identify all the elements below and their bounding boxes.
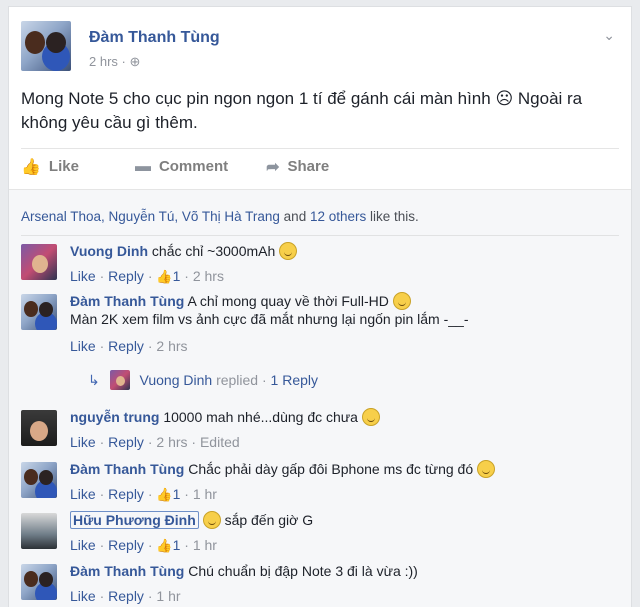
grin-emoji-icon [279,242,298,260]
post-header: Đàm Thanh Tùng 2 hrs · ⊕ ⌄ [21,21,619,71]
commenter-avatar[interactable] [21,513,57,549]
like-count-icon: 👍 [156,538,173,553]
comment-time[interactable]: 1 hr [193,486,217,502]
comment-text: 10000 mah nhé...dùng đc chưa [163,409,358,425]
comment-reply-link[interactable]: Reply [108,268,144,284]
commenter-name[interactable]: nguyễn trung [70,409,159,425]
grin-emoji-icon [392,292,411,310]
comment-text: chắc chỉ ~3000mAh [151,243,276,259]
comment-reply-link[interactable]: Reply [108,338,144,354]
comment-text: Chắc phải dày gấp đôi Bphone ms đc từng … [188,461,474,477]
reply-arrow-icon: ↳ [88,372,100,388]
like-count-icon: 👍 [156,269,173,284]
comment-like-link[interactable]: Like [70,434,96,450]
comment-like-link[interactable]: Like [70,588,96,604]
comment-like-link[interactable]: Like [70,338,96,354]
thumbs-up-icon: 👍 [21,158,41,176]
likers-others-link[interactable]: 12 others [310,209,366,224]
likers-names[interactable]: Arsenal Thoa, Nguyễn Tú, Võ Thị Hà Trang [21,209,280,224]
share-icon: ➦ [266,158,280,176]
comment-reply-link[interactable]: Reply [108,537,144,553]
comment-icon: ▬ [134,157,151,175]
commenter-avatar[interactable] [21,462,57,498]
comment-time[interactable]: 2 hrs [156,338,187,354]
post-time[interactable]: 2 hrs [89,54,118,69]
grin-emoji-icon [202,511,221,529]
post-author-name[interactable]: Đàm Thanh Tùng [89,29,220,47]
comment-text-line2: Màn 2K xem film vs ảnh cực đã mắt nhưng … [70,311,469,327]
commenter-name[interactable]: Vuong Dinh [70,243,148,259]
comment-like-link[interactable]: Like [70,486,96,502]
chevron-down-icon[interactable]: ⌄ [603,27,615,44]
comment-time[interactable]: 2 hrs [156,434,187,450]
divider [21,235,619,236]
comment-actions: Like · Reply · 1 hr [70,588,181,604]
grin-emoji-icon [361,408,380,426]
globe-icon: ⊕ [129,54,141,69]
comment-actions: Like · Reply · 2 hrs [70,338,188,354]
comment-text: Chú chuẩn bị đập Note 3 đi là vừa :)) [188,563,418,579]
comment-actions: Like · Reply · 👍1 · 1 hr [70,537,217,553]
comment-actions: Like · Reply · 👍1 · 1 hr [70,486,217,502]
commenter-name[interactable]: Đàm Thanh Tùng [70,563,184,579]
comment-actions: Like · Reply · 2 hrs · Edited [70,434,240,450]
post-meta: 2 hrs · ⊕ [89,54,141,69]
comment-text: A chỉ mong quay về thời Full-HD [187,293,389,309]
comment-reply-link[interactable]: Reply [108,588,144,604]
laugh-emoji-icon [477,460,496,478]
comment-time[interactable]: 1 hr [156,588,180,604]
comment-actions: Like · Reply · 👍1 · 2 hrs [70,268,224,284]
commenter-name[interactable]: Đàm Thanh Tùng [70,293,184,309]
comment-reply-link[interactable]: Reply [108,434,144,450]
comment-button[interactable]: ▬ Comment [135,158,228,176]
likes-summary: Arsenal Thoa, Nguyễn Tú, Võ Thị Hà Trang… [21,209,419,224]
comments-section: Arsenal Thoa, Nguyễn Tú, Võ Thị Hà Trang… [9,189,631,607]
post-action-bar: 👍 Like ▬ Comment ➦ Share [21,148,619,184]
edited-label[interactable]: Edited [200,434,240,450]
reply-count-link[interactable]: 1 Reply [271,372,318,388]
comment-like-link[interactable]: Like [70,268,96,284]
commenter-avatar[interactable] [21,294,57,330]
comment-time[interactable]: 2 hrs [193,268,224,284]
comment-time[interactable]: 1 hr [193,537,217,553]
comment-reply-link[interactable]: Reply [108,486,144,502]
replies-summary[interactable]: ↳ Vuong Dinh replied · 1 Reply [88,370,318,390]
author-avatar[interactable] [21,21,71,71]
comment-like-link[interactable]: Like [70,537,96,553]
commenter-name[interactable]: Hữu Phương Đinh [70,511,199,529]
post-text: Mong Note 5 cho cục pin ngon ngon 1 tí đ… [21,89,583,132]
comment-text: sắp đến giờ G [224,512,314,528]
replier-avatar [109,370,130,390]
commenter-avatar[interactable] [21,410,57,446]
post-card: Đàm Thanh Tùng 2 hrs · ⊕ ⌄ Mong Note 5 c… [8,6,632,607]
share-button[interactable]: ➦ Share [266,157,329,177]
commenter-name[interactable]: Đàm Thanh Tùng [70,461,184,477]
commenter-avatar[interactable] [21,244,57,280]
like-count-icon: 👍 [156,487,173,502]
commenter-avatar[interactable] [21,564,57,600]
like-button[interactable]: 👍 Like [21,157,79,177]
